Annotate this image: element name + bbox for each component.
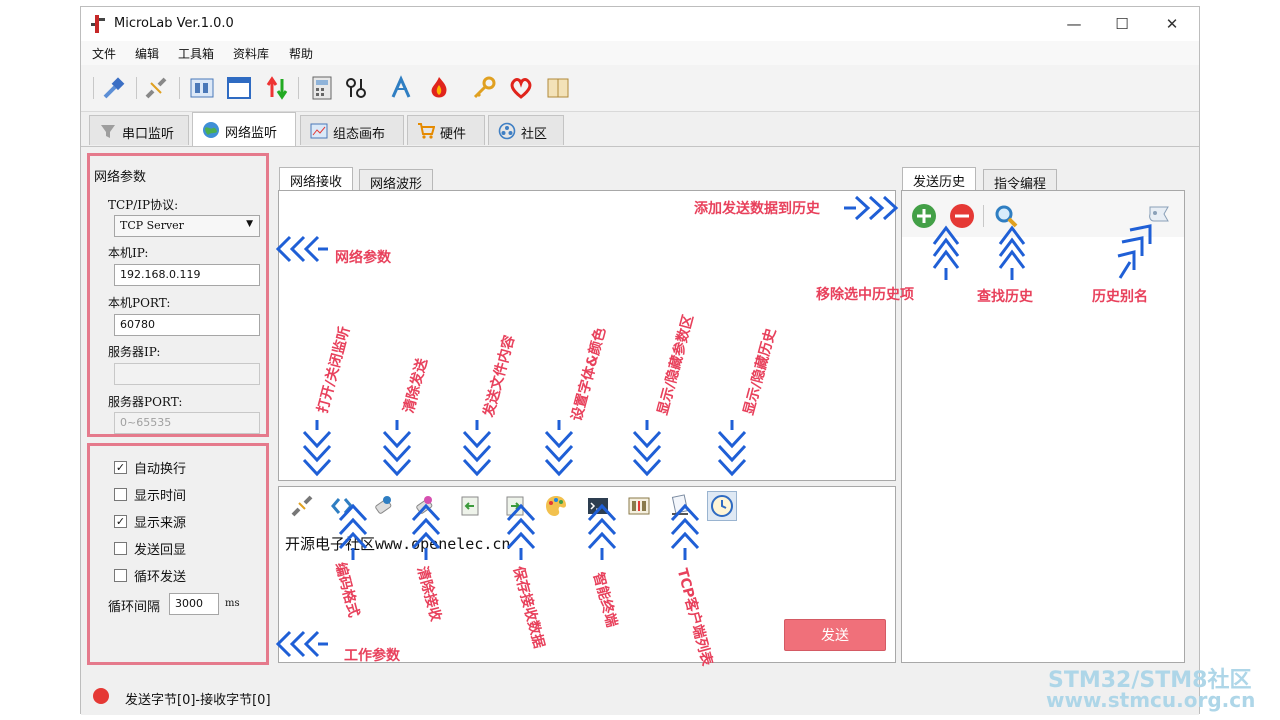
net-params-highlight	[87, 153, 269, 437]
toolbar-separator	[93, 77, 94, 99]
tab-command-programming[interactable]: 指令编程	[983, 169, 1058, 192]
calculator-icon[interactable]	[309, 75, 335, 101]
clear-send-icon[interactable]	[371, 494, 395, 518]
panel-icon[interactable]	[189, 75, 215, 101]
arrow-toggle-params	[632, 420, 662, 477]
annotation-work-params: 工作参数	[344, 648, 400, 664]
tab-network[interactable]: 网络监听	[192, 112, 296, 146]
tab-canvas[interactable]: 组态画布	[300, 115, 404, 145]
menu-help[interactable]: 帮助	[289, 45, 313, 62]
tab-label: 组态画布	[333, 127, 386, 142]
window-title: MicroLab Ver.1.0.0	[114, 16, 234, 31]
fire-icon[interactable]	[426, 75, 452, 101]
annotation-net-params: 网络参数	[335, 250, 391, 266]
window-icon[interactable]	[226, 75, 252, 101]
tab-label: 硬件	[440, 127, 467, 142]
menu-edit[interactable]: 编辑	[135, 45, 159, 62]
send-button[interactable]: 发送	[784, 619, 886, 651]
arrow-clear-receive	[411, 503, 441, 560]
arrow-smart-terminal	[587, 503, 617, 560]
arrow-remove-history	[932, 225, 960, 280]
canvas-icon	[310, 123, 328, 139]
app-logo-icon	[91, 15, 105, 33]
work-params-highlight	[87, 443, 269, 665]
tab-network-receive[interactable]: 网络接收	[279, 167, 354, 191]
book-icon[interactable]	[545, 75, 571, 101]
transfer-icon[interactable]	[264, 75, 290, 101]
status-bar: 发送字节[0]-接收字节[0]	[81, 676, 1199, 715]
arrow-work-params	[275, 630, 328, 658]
menu-toolbox[interactable]: 工具箱	[178, 45, 214, 62]
globe-icon	[203, 122, 219, 138]
font-color-icon[interactable]	[544, 494, 568, 518]
status-led-icon	[93, 688, 109, 704]
app-window: MicroLab Ver.1.0.0 — ☐ ✕ 文件 编辑 工具箱 资料库 帮…	[80, 6, 1200, 715]
arrow-net-params	[275, 235, 328, 263]
main-tab-bar: 串口监听 网络监听 组态画布 硬件 社区	[81, 112, 1199, 146]
maximize-button[interactable]: ☐	[1107, 12, 1137, 36]
menu-library[interactable]: 资料库	[233, 45, 269, 62]
tab-community[interactable]: 社区	[488, 115, 564, 145]
title-bar: MicroLab Ver.1.0.0 — ☐ ✕	[81, 7, 1199, 41]
annotation-find-history: 查找历史	[977, 289, 1033, 305]
tab-label: 网络监听	[225, 126, 278, 141]
arrow-clear-send	[382, 420, 412, 477]
connect-icon[interactable]	[101, 75, 127, 101]
toggle-params-icon[interactable]	[627, 494, 651, 518]
close-button[interactable]: ✕	[1157, 12, 1187, 36]
funnel-icon	[101, 125, 115, 138]
menu-bar: 文件 编辑 工具箱 资料库 帮助	[81, 41, 1199, 65]
key-icon[interactable]	[471, 75, 497, 101]
arrow-toggle-history	[717, 420, 747, 477]
circuit-icon[interactable]	[343, 75, 369, 101]
minimize-button[interactable]: —	[1059, 12, 1089, 36]
tab-label: 串口监听	[122, 127, 175, 142]
arrow-find-history	[998, 225, 1026, 280]
tab-send-history[interactable]: 发送历史	[902, 167, 977, 191]
antenna-icon[interactable]	[389, 75, 415, 101]
menu-file[interactable]: 文件	[92, 45, 116, 62]
send-text: 开源电子社区www.openelec.cn	[285, 535, 511, 553]
annotation-remove-history: 移除选中历史项	[816, 287, 914, 303]
watermark-url: www.stmcu.org.cn	[1046, 688, 1256, 712]
disconnect-icon[interactable]	[143, 75, 169, 101]
tab-serial[interactable]: 串口监听	[89, 115, 189, 145]
toolbar-separator	[983, 205, 984, 227]
heart-icon[interactable]	[508, 75, 534, 101]
toolbar-separator	[179, 77, 180, 99]
tab-hardware[interactable]: 硬件	[407, 115, 485, 145]
open-close-listen-icon[interactable]	[290, 494, 314, 518]
toggle-history-button[interactable]	[707, 491, 737, 521]
arrow-tcp-clients	[670, 503, 700, 560]
clock-icon	[711, 495, 733, 517]
arrow-history-alias	[1117, 224, 1152, 279]
toolbar	[81, 65, 1199, 112]
tab-network-waveform[interactable]: 网络波形	[359, 169, 434, 192]
arrow-open-close-listen	[302, 420, 332, 477]
send-file-icon[interactable]	[458, 494, 482, 518]
tab-label: 社区	[521, 127, 548, 142]
arrow-save-receive	[506, 503, 536, 560]
arrow-send-file	[462, 420, 492, 477]
annotation-add-history: 添加发送数据到历史	[694, 201, 820, 217]
arrow-add-history	[844, 195, 899, 221]
arrow-font-color	[544, 420, 574, 477]
cart-icon	[418, 123, 435, 139]
annotation-history-alias: 历史别名	[1092, 289, 1148, 305]
arrow-encoding	[338, 503, 368, 560]
toolbar-separator	[136, 77, 137, 99]
community-icon	[498, 122, 516, 140]
toolbar-separator	[298, 77, 299, 99]
byte-counter: 发送字节[0]-接收字节[0]	[125, 693, 271, 708]
